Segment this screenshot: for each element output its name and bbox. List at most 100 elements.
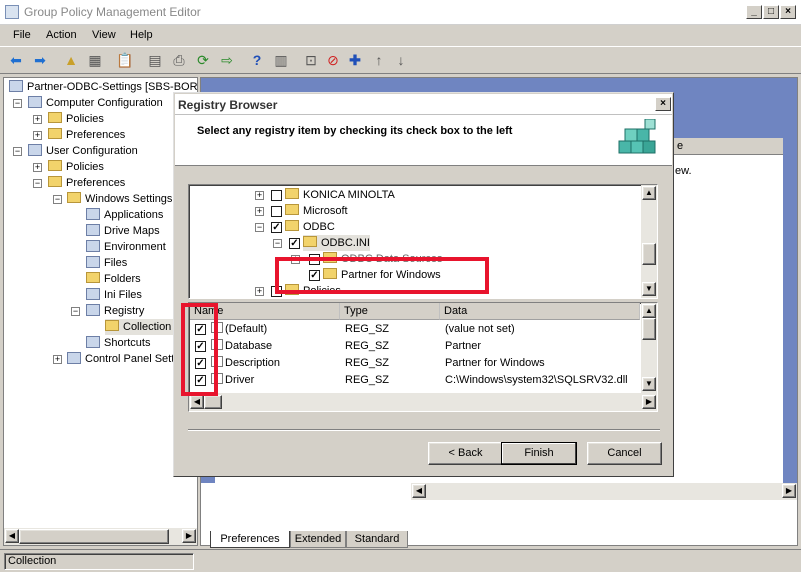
highlight-box-partner-key bbox=[275, 257, 489, 294]
minimize-button[interactable]: _ bbox=[746, 5, 762, 19]
move-down-icon[interactable]: ↓ bbox=[390, 49, 412, 71]
key-checkbox[interactable]: ✓ bbox=[289, 238, 300, 249]
cancel-button[interactable]: Cancel bbox=[587, 442, 662, 465]
scroll-right-icon[interactable]: ▶ bbox=[642, 395, 656, 409]
tree-item-policies-user[interactable]: Policies bbox=[48, 159, 104, 175]
tab-extended[interactable]: Extended bbox=[290, 531, 346, 548]
print-icon[interactable]: ⎙ bbox=[168, 49, 190, 71]
left-hscroll-thumb[interactable] bbox=[19, 529, 169, 544]
tree-key-konica[interactable]: KONICA MINOLTA bbox=[285, 187, 395, 203]
tree-item-windows-settings[interactable]: Windows Settings bbox=[67, 191, 172, 207]
scroll-left-icon[interactable]: ◀ bbox=[5, 529, 19, 543]
expand-icon[interactable]: + bbox=[33, 163, 42, 172]
clipboard-icon[interactable]: 📋 bbox=[114, 49, 136, 71]
tree-item-root[interactable]: Partner-ODBC-Settings [SBS-BORC bbox=[9, 79, 197, 95]
dialog-close-button[interactable]: × bbox=[655, 97, 671, 111]
values-vscroll-thumb[interactable] bbox=[642, 318, 656, 340]
expand-icon[interactable]: + bbox=[53, 355, 62, 364]
collapse-icon[interactable]: − bbox=[255, 223, 264, 232]
move-up-icon[interactable]: ↑ bbox=[368, 49, 390, 71]
menu-action[interactable]: Action bbox=[46, 29, 77, 41]
collapse-icon[interactable]: − bbox=[273, 239, 282, 248]
right-hscrollbar[interactable] bbox=[411, 483, 797, 500]
tree-item-preferences-user[interactable]: Preferences bbox=[48, 175, 125, 191]
show-hide-tree-icon[interactable]: ▦ bbox=[84, 49, 106, 71]
expand-icon[interactable]: + bbox=[33, 131, 42, 140]
values-hscroll-thumb[interactable] bbox=[204, 395, 222, 409]
key-checkbox[interactable] bbox=[271, 206, 282, 217]
tree-item-user-configuration[interactable]: User Configuration bbox=[28, 143, 138, 159]
properties-icon[interactable]: ▤ bbox=[144, 49, 166, 71]
tree-label: Computer Configuration bbox=[46, 97, 163, 109]
up-folder-icon[interactable]: ▲ bbox=[60, 49, 82, 71]
tree-item-collection[interactable]: Collection bbox=[105, 319, 174, 335]
scroll-down-icon[interactable]: ▼ bbox=[642, 282, 656, 296]
back-arrow-icon[interactable]: ⬅ bbox=[5, 49, 27, 71]
expand-icon[interactable]: + bbox=[255, 287, 264, 296]
scroll-up-icon[interactable]: ▲ bbox=[642, 304, 656, 318]
expand-icon[interactable]: + bbox=[33, 115, 42, 124]
collapse-icon[interactable]: − bbox=[13, 147, 22, 156]
help-icon[interactable]: ? bbox=[246, 49, 268, 71]
refresh-icon[interactable]: ⟳ bbox=[192, 49, 214, 71]
title-bar: Group Policy Management Editor _ □ × bbox=[0, 0, 801, 25]
tree-item-preferences-computer[interactable]: Preferences bbox=[48, 127, 125, 143]
expand-icon[interactable]: + bbox=[255, 191, 264, 200]
export-icon[interactable]: ⇨ bbox=[216, 49, 238, 71]
scroll-left-icon[interactable]: ◀ bbox=[412, 484, 426, 498]
menu-help[interactable]: Help bbox=[130, 29, 153, 41]
tree-item-shortcuts[interactable]: Shortcuts bbox=[86, 335, 150, 351]
scroll-left-icon[interactable]: ◀ bbox=[190, 395, 204, 409]
tree-vscroll-thumb[interactable] bbox=[642, 243, 656, 265]
value-name-default[interactable]: (Default) bbox=[211, 321, 267, 338]
add-icon[interactable]: ✚ bbox=[344, 49, 366, 71]
column-header-type[interactable]: Type bbox=[340, 303, 440, 320]
scroll-right-icon[interactable]: ▶ bbox=[782, 484, 796, 498]
new-item-icon[interactable]: ⊡ bbox=[300, 49, 322, 71]
tree-item-folders[interactable]: Folders bbox=[86, 271, 141, 287]
back-button[interactable]: < Back bbox=[428, 442, 503, 465]
tree-item-environment[interactable]: Environment bbox=[86, 239, 166, 255]
tree-key-odbc-ini[interactable]: ODBC.INI bbox=[303, 235, 370, 251]
tree-item-policies-computer[interactable]: Policies bbox=[48, 111, 104, 127]
tree-label: Ini Files bbox=[104, 289, 142, 301]
menu-view[interactable]: View bbox=[92, 29, 116, 41]
maximize-button[interactable]: □ bbox=[763, 5, 779, 19]
tree-item-drive-maps[interactable]: Drive Maps bbox=[86, 223, 160, 239]
menu-file[interactable]: File bbox=[13, 29, 31, 41]
tab-preferences[interactable]: Preferences bbox=[210, 531, 290, 548]
finish-button[interactable]: Finish bbox=[501, 442, 577, 465]
stop-icon[interactable]: ⊘ bbox=[322, 49, 344, 71]
tree-label: Collection bbox=[123, 321, 172, 333]
tree-item-files[interactable]: Files bbox=[86, 255, 127, 271]
collapse-icon[interactable]: − bbox=[53, 195, 62, 204]
expand-icon[interactable]: + bbox=[255, 207, 264, 216]
tree-item-control-panel[interactable]: Control Panel Sett bbox=[67, 351, 174, 367]
scroll-up-icon[interactable]: ▲ bbox=[642, 186, 656, 200]
column-header-partial[interactable]: e bbox=[673, 138, 783, 155]
tree-item-computer-configuration[interactable]: Computer Configuration bbox=[28, 95, 163, 111]
value-name-description[interactable]: Description bbox=[211, 355, 280, 372]
tree-item-registry[interactable]: Registry bbox=[86, 303, 144, 319]
key-checkbox[interactable]: ✓ bbox=[271, 222, 282, 233]
scroll-down-icon[interactable]: ▼ bbox=[642, 377, 656, 391]
tree-item-applications[interactable]: Applications bbox=[86, 207, 163, 223]
collapse-icon[interactable]: − bbox=[13, 99, 22, 108]
collapse-icon[interactable]: − bbox=[33, 179, 42, 188]
forward-arrow-icon[interactable]: ➡ bbox=[29, 49, 51, 71]
close-button[interactable]: × bbox=[780, 5, 796, 19]
tab-standard[interactable]: Standard bbox=[346, 531, 408, 548]
registry-cubes-icon bbox=[618, 119, 656, 154]
tree-label: ODBC.INI bbox=[321, 237, 370, 249]
values-hscrollbar[interactable] bbox=[189, 393, 657, 411]
collapse-icon[interactable]: − bbox=[71, 307, 80, 316]
column-header-data[interactable]: Data bbox=[440, 303, 640, 320]
tree-label: Environment bbox=[104, 241, 166, 253]
key-checkbox[interactable] bbox=[271, 190, 282, 201]
action-pane-icon[interactable]: ▥ bbox=[270, 49, 292, 71]
tree-item-ini-files[interactable]: Ini Files bbox=[86, 287, 142, 303]
tree-key-microsoft[interactable]: Microsoft bbox=[285, 203, 348, 219]
scroll-right-icon[interactable]: ▶ bbox=[182, 529, 196, 543]
tree-key-odbc[interactable]: ODBC bbox=[285, 219, 335, 235]
value-name-database[interactable]: Database bbox=[211, 338, 272, 355]
